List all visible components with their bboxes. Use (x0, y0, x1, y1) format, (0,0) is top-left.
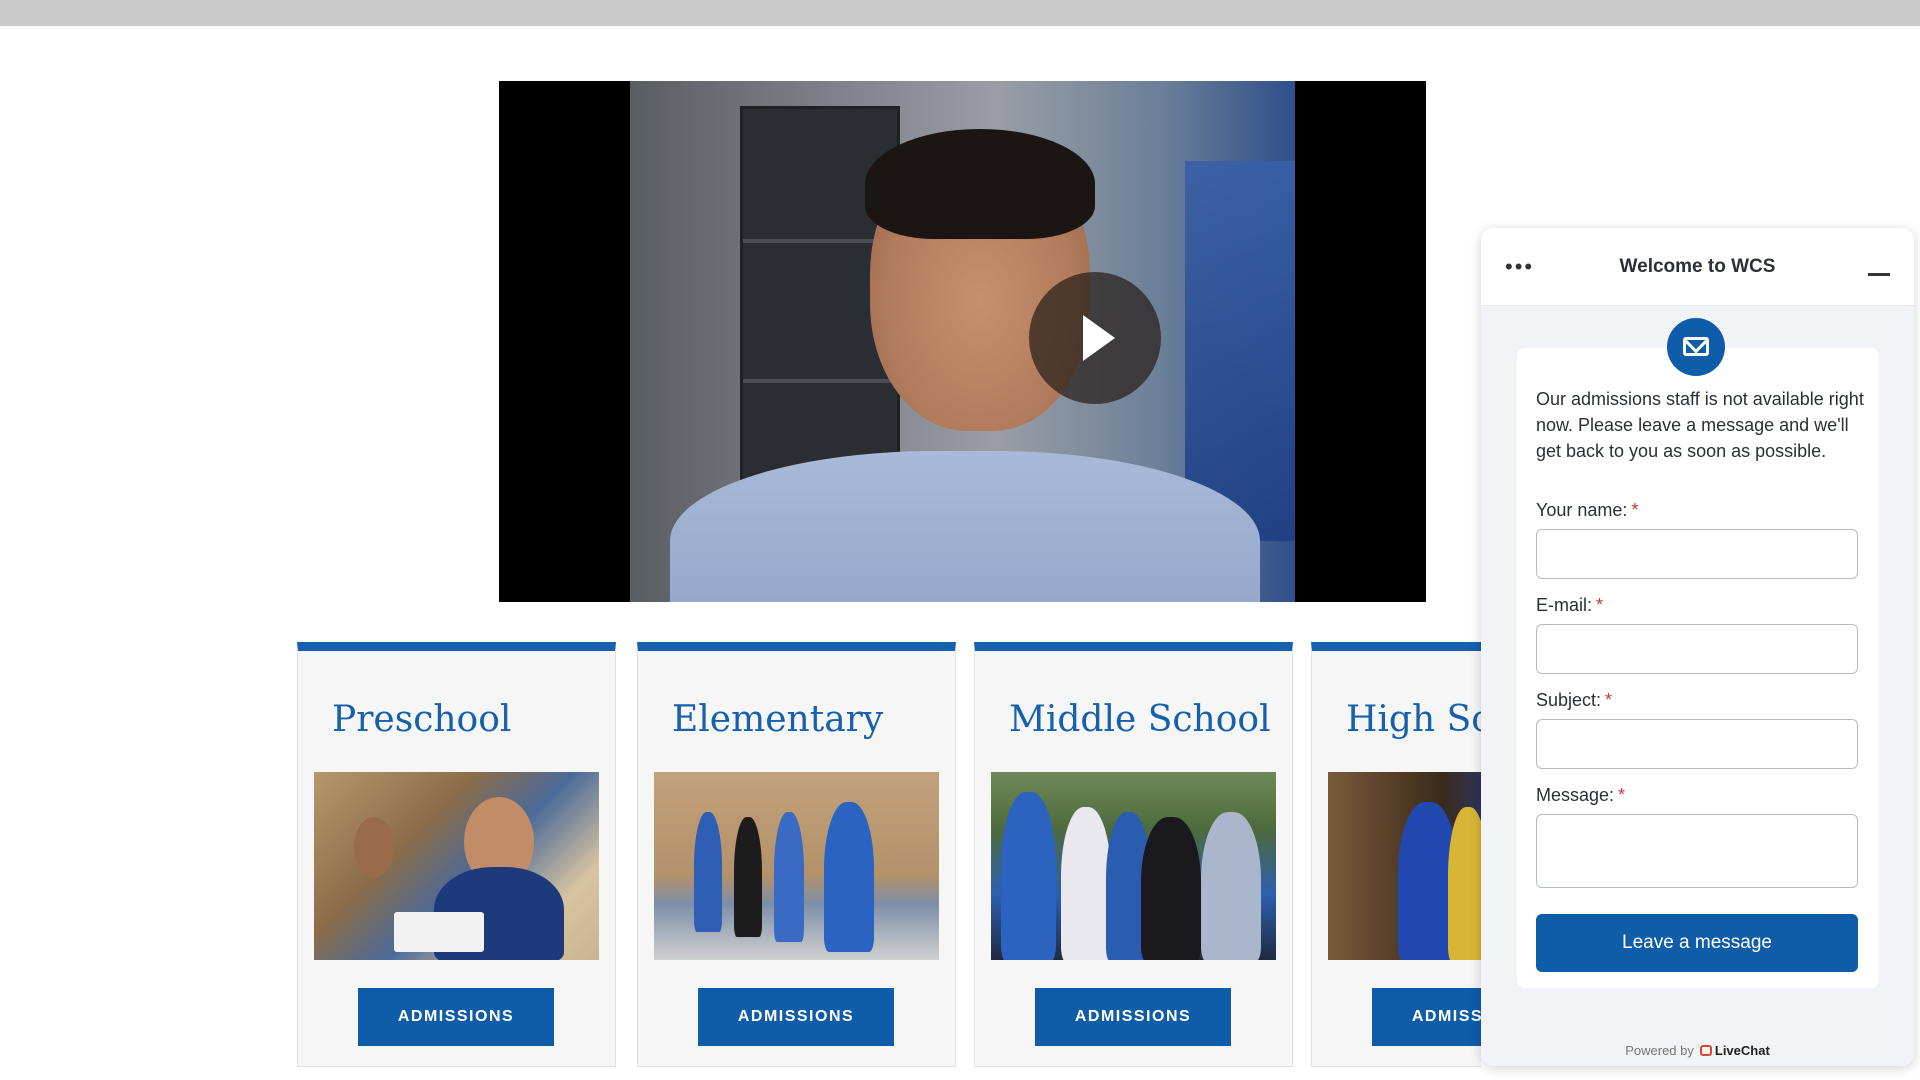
play-icon[interactable] (1029, 272, 1161, 404)
name-input[interactable] (1536, 529, 1858, 579)
subject-label: Subject: * (1536, 690, 1613, 710)
admissions-button[interactable]: ADMISSIONS (358, 988, 554, 1046)
subject-input[interactable] (1536, 719, 1858, 769)
card-title: Preschool (332, 699, 512, 740)
browser-top-bar (0, 0, 1920, 26)
video-player[interactable] (499, 81, 1426, 602)
card-middle-school: Middle School ADMISSIONS (974, 642, 1293, 1067)
card-high-school: High School ADMISSIONS (1311, 642, 1481, 1067)
name-label: Your name: * (1536, 500, 1639, 520)
video-frame (630, 81, 1295, 602)
powered-by: Powered by LiveChat (1625, 1043, 1770, 1058)
admissions-button[interactable]: ADMISSIONS (1372, 988, 1481, 1046)
required-mark: * (1631, 500, 1639, 520)
high-school-photo (1328, 772, 1481, 960)
mail-icon (1667, 318, 1725, 376)
elementary-photo (654, 772, 939, 960)
preschool-photo (314, 772, 599, 960)
card-preschool: Preschool ADMISSIONS (297, 642, 616, 1067)
admissions-button[interactable]: ADMISSIONS (1035, 988, 1231, 1046)
card-title: High School (1346, 699, 1481, 740)
email-label: E-mail: * (1536, 595, 1604, 615)
chat-title: Welcome to WCS (1619, 256, 1776, 277)
minimize-icon[interactable] (1868, 273, 1890, 276)
message-label: Message: * (1536, 785, 1626, 805)
speaker-hair (865, 129, 1095, 239)
required-mark: * (1605, 690, 1613, 710)
livechat-logo-icon (1699, 1045, 1712, 1056)
card-title: Elementary (672, 699, 884, 740)
message-textarea[interactable] (1536, 814, 1858, 888)
email-input[interactable] (1536, 624, 1858, 674)
chat-header: ••• Welcome to WCS (1481, 228, 1914, 306)
middle-school-photo (991, 772, 1276, 960)
required-mark: * (1618, 785, 1626, 805)
card-high-school-clip: High School ADMISSIONS (1311, 642, 1481, 1072)
card-elementary: Elementary ADMISSIONS (637, 642, 956, 1067)
card-title: Middle School (1009, 699, 1271, 740)
required-mark: * (1596, 595, 1604, 615)
livechat-brand[interactable]: LiveChat (1715, 1043, 1770, 1058)
admissions-button[interactable]: ADMISSIONS (698, 988, 894, 1046)
offline-notice: Our admissions staff is not available ri… (1536, 389, 1864, 461)
speaker-shirt (670, 451, 1260, 602)
leave-message-button[interactable]: Leave a message (1536, 914, 1858, 972)
